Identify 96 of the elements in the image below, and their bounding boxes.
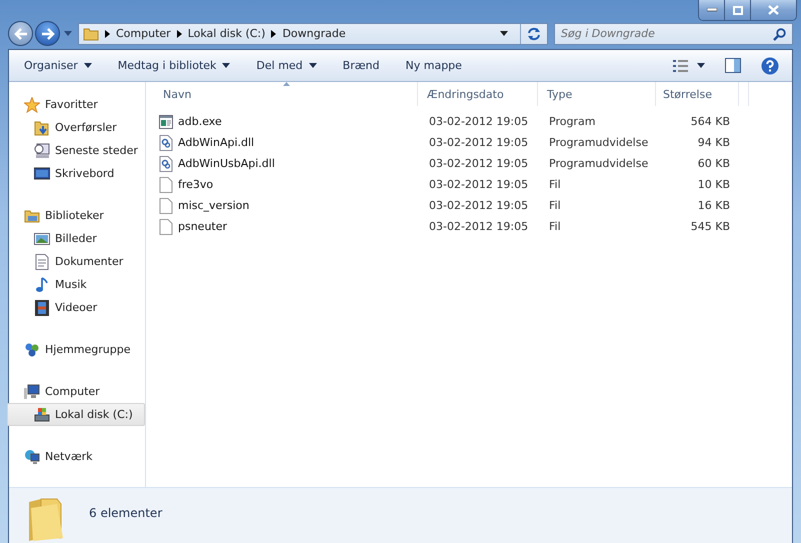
modified-date: 03-02-2012 19:05 <box>429 136 528 149</box>
sidebar-item[interactable]: Computer <box>7 380 145 403</box>
document-icon <box>34 254 50 270</box>
file-type: Program <box>549 115 596 128</box>
column-header[interactable]: Størrelse <box>656 82 739 106</box>
breadcrumb[interactable]: Computer <box>116 27 171 40</box>
sidebar-item[interactable]: Billeder <box>7 227 145 250</box>
blank-file-icon <box>159 198 173 214</box>
file-name[interactable]: adb.exe <box>178 115 222 128</box>
sidebar-item[interactable]: Favoritter <box>7 93 145 116</box>
toolbar-button[interactable]: Del med <box>249 55 324 76</box>
chevron-icon[interactable] <box>271 30 276 38</box>
toolbar-button[interactable]: Medtag i bibliotek <box>110 55 238 76</box>
blank-file-icon <box>159 218 173 234</box>
address-field[interactable]: Computer Lokal disk (C:) Downgrade <box>78 22 548 44</box>
refresh-icon <box>526 26 542 40</box>
sidebar-item[interactable]: Seneste steder <box>7 139 145 162</box>
forward-button[interactable] <box>35 21 60 46</box>
sidebar-item[interactable]: Biblioteker <box>7 204 145 227</box>
downloads-folder-icon <box>34 120 50 136</box>
file-type: Programudvidelse <box>549 157 648 170</box>
music-note-icon <box>34 276 50 292</box>
file-size: 94 KB <box>698 136 730 149</box>
preview-pane-icon <box>725 58 741 73</box>
file-name[interactable]: AdbWinApi.dll <box>178 136 254 149</box>
drive-icon <box>34 406 50 422</box>
computer-icon <box>24 384 40 400</box>
star-icon <box>24 96 40 112</box>
toolbar-button[interactable]: Brænd <box>336 55 386 76</box>
chevron-icon[interactable] <box>176 30 182 38</box>
folder-icon <box>83 26 99 42</box>
modified-date: 03-02-2012 19:05 <box>429 115 528 128</box>
film-icon <box>34 300 50 316</box>
caret-icon[interactable] <box>500 31 508 36</box>
close-button[interactable] <box>751 0 796 20</box>
search-field[interactable]: Søg i Downgrade <box>554 22 793 44</box>
blank-file-icon <box>159 176 173 192</box>
list-view-icon <box>673 60 689 72</box>
file-size: 545 KB <box>690 220 730 233</box>
file-type: Fil <box>549 220 561 233</box>
caret-icon <box>697 63 705 68</box>
column-header[interactable]: Ændringsdato <box>418 82 538 106</box>
modified-date: 03-02-2012 19:05 <box>429 178 528 191</box>
help-icon <box>761 56 779 74</box>
sort-arrow-icon <box>282 82 290 86</box>
file-name[interactable]: misc_version <box>178 199 250 212</box>
toolbar-button[interactable]: Ny mappe <box>398 55 469 76</box>
file-size: 60 KB <box>698 157 730 170</box>
close-icon <box>768 5 779 15</box>
sidebar-item[interactable]: Netværk <box>7 445 145 468</box>
sidebar-item[interactable]: Videoer <box>7 296 145 319</box>
minimize-button[interactable] <box>699 0 725 20</box>
file-size: 16 KB <box>698 199 730 212</box>
modified-date: 03-02-2012 19:05 <box>429 220 528 233</box>
column-header[interactable]: Type <box>538 82 656 106</box>
caret-icon <box>308 63 317 68</box>
minimize-icon <box>706 8 716 12</box>
breadcrumb[interactable]: Downgrade <box>282 27 346 40</box>
file-type: Programudvidelse <box>549 136 648 149</box>
file-size: 564 KB <box>690 115 730 128</box>
file-type: Fil <box>549 199 561 212</box>
maximize-button[interactable] <box>725 0 751 20</box>
forward-arrow-icon <box>40 28 54 40</box>
homegroup-icon <box>24 342 40 358</box>
sidebar-item[interactable]: Hjemmegruppe <box>7 338 145 361</box>
breadcrumb[interactable]: Lokal disk (C:) <box>188 27 266 40</box>
gear-document-icon <box>159 156 173 172</box>
gear-document-icon <box>159 134 173 150</box>
sidebar-item[interactable]: Skrivebord <box>7 162 145 185</box>
file-type: Fil <box>549 178 561 191</box>
back-arrow-icon <box>14 28 28 40</box>
caret-icon <box>222 63 230 68</box>
sidebar-item[interactable]: Lokal disk (C:) <box>7 403 145 426</box>
sidebar-item[interactable]: Overførsler <box>7 116 145 139</box>
file-size: 10 KB <box>698 178 730 191</box>
pictures-icon <box>34 230 50 246</box>
sidebar-item[interactable]: Musik <box>7 273 145 296</box>
column-header[interactable]: Navn <box>154 82 418 106</box>
file-name[interactable]: fre3vo <box>178 178 214 191</box>
back-button[interactable] <box>8 21 33 46</box>
modified-date: 03-02-2012 19:05 <box>429 199 528 212</box>
library-icon <box>24 208 40 224</box>
file-name[interactable]: psneuter <box>178 220 228 233</box>
caret-icon <box>84 63 92 68</box>
item-count: 6 elementer <box>89 506 162 520</box>
search-icon <box>773 28 786 40</box>
application-icon <box>159 114 173 128</box>
sidebar-item[interactable]: Dokumenter <box>7 250 145 273</box>
file-name[interactable]: AdbWinUsbApi.dll <box>178 157 275 170</box>
maximize-icon <box>732 6 742 14</box>
desktop-icon <box>34 166 50 182</box>
modified-date: 03-02-2012 19:05 <box>429 157 528 170</box>
network-icon <box>24 448 40 464</box>
recent-places-icon <box>34 142 50 158</box>
chevron-icon[interactable] <box>105 30 110 38</box>
toolbar-button[interactable]: Organiser <box>17 55 99 76</box>
